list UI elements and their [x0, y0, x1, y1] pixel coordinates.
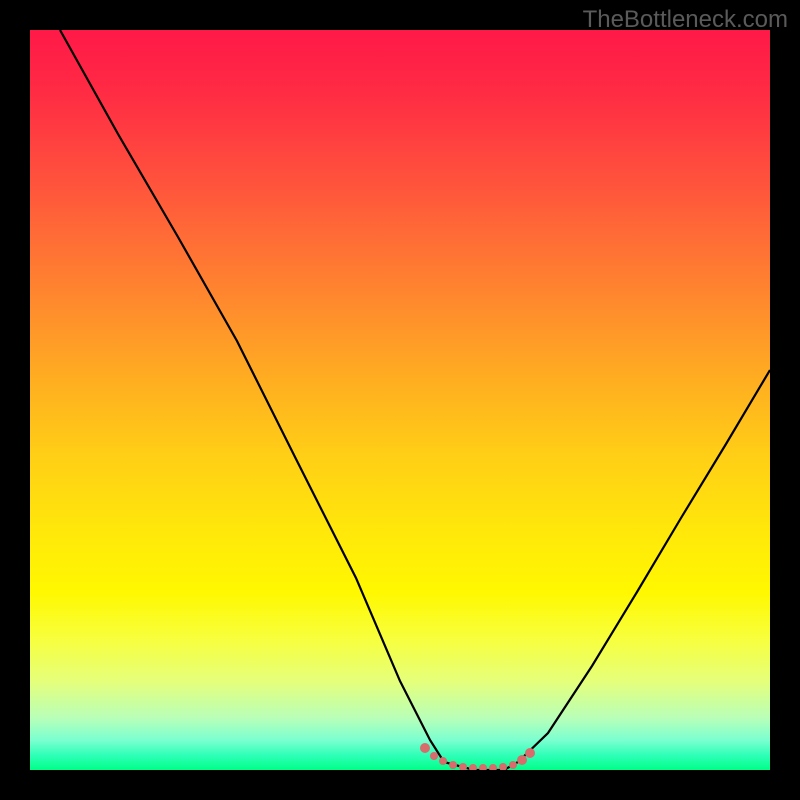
- optimal-highlight-band: [420, 743, 535, 770]
- attribution-label: TheBottleneck.com: [583, 6, 788, 34]
- chart-curve-layer: [30, 30, 770, 770]
- bottleneck-curve: [60, 30, 770, 770]
- chart-plot-area: [30, 30, 770, 770]
